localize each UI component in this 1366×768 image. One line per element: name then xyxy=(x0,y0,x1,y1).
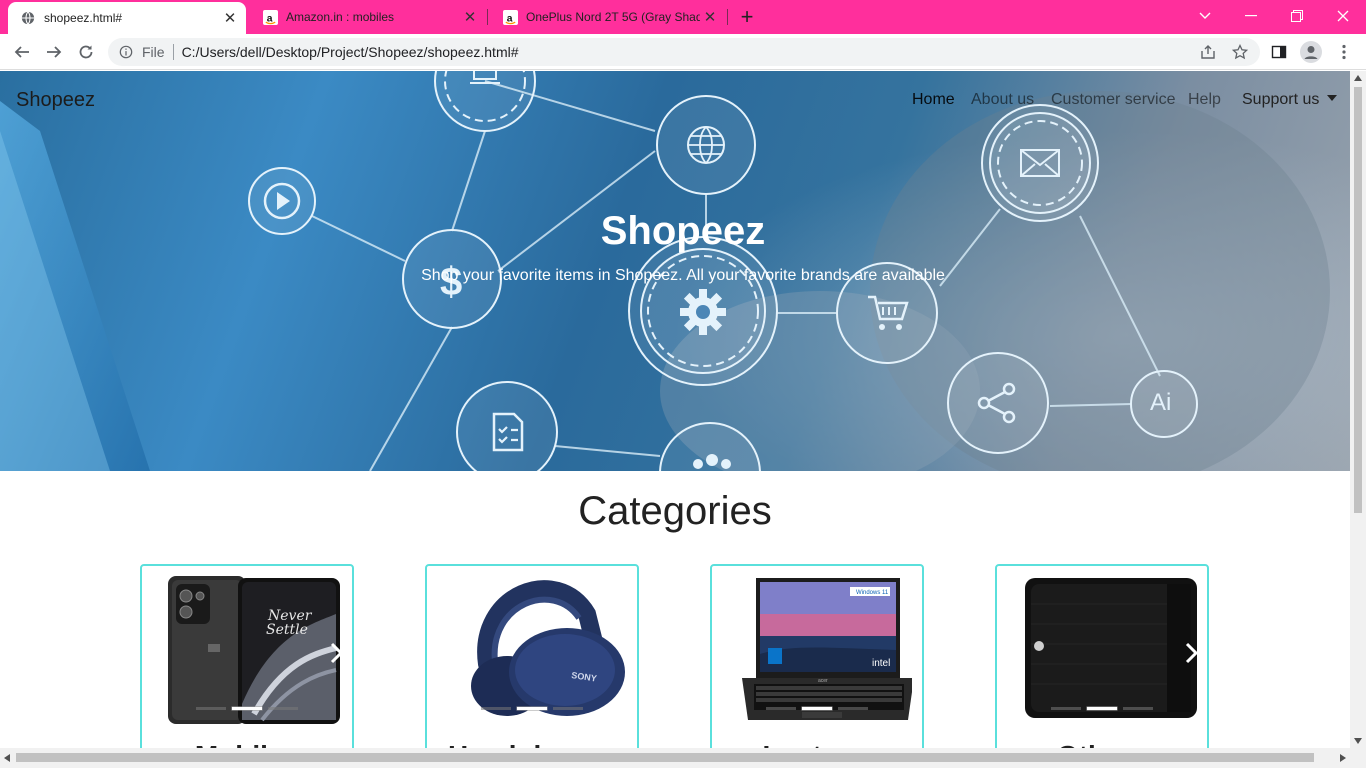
amazon-icon: a xyxy=(262,9,278,25)
carousel-indicators xyxy=(997,707,1207,710)
carousel-indicator[interactable] xyxy=(1087,707,1117,710)
carousel-indicator[interactable] xyxy=(802,707,832,710)
caret-down-icon xyxy=(1327,95,1338,101)
scheme-label: File xyxy=(142,44,165,60)
bookmark-star-icon[interactable] xyxy=(1228,40,1252,64)
carousel-indicator[interactable] xyxy=(517,707,547,710)
nav-home[interactable]: Home xyxy=(912,91,955,109)
carousel-indicator[interactable] xyxy=(196,707,226,710)
carousel-indicators xyxy=(712,707,922,710)
vertical-scrollbar[interactable] xyxy=(1350,71,1366,748)
globe-icon xyxy=(687,126,725,164)
carousel-indicator[interactable] xyxy=(1051,707,1081,710)
carousel-indicator[interactable] xyxy=(553,707,583,710)
forward-button[interactable] xyxy=(42,40,66,64)
category-label: Others xyxy=(997,740,1207,748)
minimize-button[interactable] xyxy=(1228,0,1274,32)
tab-strip: shopeez.html# ✕ a Amazon.in : mobiles ✕ … xyxy=(0,0,1366,34)
category-label: Mobiles xyxy=(142,740,352,748)
carousel-indicators xyxy=(142,707,352,710)
hard-drive-image xyxy=(1025,578,1197,718)
category-label: Laptops xyxy=(712,740,922,748)
carousel-indicator[interactable] xyxy=(268,707,298,710)
carousel-indicator[interactable] xyxy=(766,707,796,710)
close-icon[interactable]: ✕ xyxy=(220,8,240,28)
category-card-mobiles[interactable]: Never Settle Mobiles xyxy=(140,564,354,748)
tab-amazon-mobiles[interactable]: a Amazon.in : mobiles ✕ xyxy=(250,0,486,34)
share-icon[interactable] xyxy=(1196,40,1220,64)
info-icon[interactable] xyxy=(118,44,134,60)
category-card-headphones[interactable]: SONY Headphones xyxy=(425,564,639,748)
url-text[interactable]: C:/Users/dell/Desktop/Project/Shopeez/sh… xyxy=(182,44,1260,60)
restore-button[interactable] xyxy=(1274,0,1320,32)
amazon-icon: a xyxy=(502,9,518,25)
gear-icon xyxy=(680,289,726,335)
carousel-indicator[interactable] xyxy=(838,707,868,710)
scroll-down-icon[interactable] xyxy=(1354,738,1362,744)
reload-button[interactable] xyxy=(74,40,98,64)
share-icon xyxy=(977,382,1016,424)
brand-logo[interactable]: Shopeez xyxy=(16,89,95,112)
horizontal-scrollbar[interactable] xyxy=(0,748,1366,768)
categories-heading: Categories xyxy=(578,489,772,533)
svg-text:acer: acer xyxy=(818,678,828,684)
laptop-image: Windows 11 intel acer xyxy=(742,578,912,720)
category-card-laptops[interactable]: Windows 11 intel acer Laptops xyxy=(710,564,924,748)
tab-shopeez[interactable]: shopeez.html# ✕ xyxy=(8,2,246,34)
globe-icon xyxy=(20,10,36,26)
profile-avatar-icon[interactable] xyxy=(1299,40,1323,64)
carousel-indicator[interactable] xyxy=(1123,707,1153,710)
close-icon[interactable]: ✕ xyxy=(460,7,480,27)
hero-title: Shopeez xyxy=(600,209,766,253)
tab-separator xyxy=(727,9,728,25)
nav-about-us[interactable]: About us xyxy=(971,91,1034,109)
back-button[interactable] xyxy=(10,40,34,64)
scroll-left-icon[interactable] xyxy=(4,754,10,762)
people-icon xyxy=(693,454,731,469)
close-window-button[interactable] xyxy=(1320,0,1366,32)
svg-text:Settle: Settle xyxy=(266,622,308,638)
headphones-image: SONY xyxy=(471,580,625,716)
horizontal-scroll-thumb[interactable] xyxy=(16,753,1314,762)
side-panel-icon[interactable] xyxy=(1267,40,1291,64)
nav-customer-service[interactable]: Customer service xyxy=(1051,91,1175,109)
tab-separator xyxy=(487,9,488,25)
laptop-icon xyxy=(470,71,500,84)
support-label: Support us xyxy=(1242,91,1320,108)
vertical-scroll-thumb[interactable] xyxy=(1354,87,1362,513)
phone-image: Never Settle xyxy=(168,576,340,724)
divider xyxy=(172,44,174,60)
cart-icon xyxy=(868,295,909,330)
tab-title: shopeez.html# xyxy=(44,11,123,25)
mail-icon xyxy=(1020,149,1060,177)
category-label: Headphones xyxy=(427,740,637,748)
scroll-right-icon[interactable] xyxy=(1340,754,1346,762)
page-viewport: $ Ai Shopeez Home About us Customer serv… xyxy=(0,71,1350,748)
new-tab-button[interactable]: + xyxy=(736,6,758,29)
ai-icon: Ai xyxy=(1150,389,1172,416)
chevron-right-icon[interactable] xyxy=(1185,642,1199,664)
hero-banner: $ Ai Shopeez Home About us Customer serv… xyxy=(0,71,1350,471)
browser-toolbar: File C:/Users/dell/Desktop/Project/Shope… xyxy=(0,34,1366,70)
hero-subtitle: Shop your favorite items in Shopeez. All… xyxy=(421,267,945,284)
checklist-icon xyxy=(492,412,524,452)
tab-oneplus[interactable]: a OnePlus Nord 2T 5G (Gray Shadow ✕ xyxy=(490,0,726,34)
tab-search-button[interactable] xyxy=(1182,0,1228,32)
carousel-indicator[interactable] xyxy=(481,707,511,710)
tab-title: Amazon.in : mobiles xyxy=(286,10,395,24)
svg-text:Windows 11: Windows 11 xyxy=(856,590,889,596)
scroll-up-icon[interactable] xyxy=(1354,75,1362,81)
carousel-indicators xyxy=(427,707,637,710)
address-bar[interactable]: File C:/Users/dell/Desktop/Project/Shope… xyxy=(108,38,1260,66)
nav-help[interactable]: Help xyxy=(1188,91,1221,109)
nav-support-dropdown[interactable]: Support us xyxy=(1242,91,1338,109)
close-icon[interactable]: ✕ xyxy=(700,7,720,27)
svg-text:intel: intel xyxy=(872,658,890,669)
chevron-right-icon[interactable] xyxy=(330,642,344,664)
carousel-indicator[interactable] xyxy=(232,707,262,710)
category-card-others[interactable]: Others xyxy=(995,564,1209,748)
tab-title: OnePlus Nord 2T 5G (Gray Shadow xyxy=(526,10,700,24)
menu-kebab-icon[interactable] xyxy=(1332,40,1356,64)
